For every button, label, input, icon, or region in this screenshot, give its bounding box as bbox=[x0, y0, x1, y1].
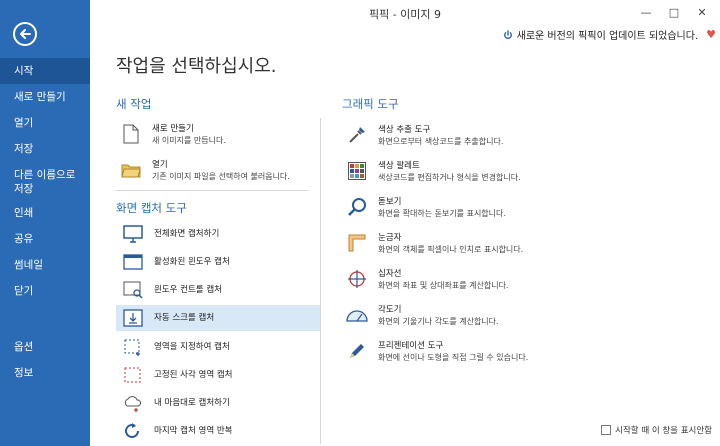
graphic-crosshair[interactable]: 십자선 화면의 좌표 및 상대좌표를 계산합니다. bbox=[346, 265, 606, 293]
titlebar: 픽픽 - 이미지 9 — □ ✕ bbox=[90, 0, 720, 26]
window-icon bbox=[122, 251, 144, 273]
sidebar-item-start[interactable]: 시작 bbox=[0, 58, 90, 84]
capture-freehand[interactable]: 내 마음대로 캡처하기 bbox=[116, 391, 320, 415]
region-select-icon bbox=[122, 336, 144, 358]
eyedropper-icon bbox=[346, 124, 368, 146]
sidebar-item-open[interactable]: 열기 bbox=[0, 110, 90, 136]
capture-active-window-label: 활성화된 윈도우 캡처 bbox=[154, 257, 230, 267]
graphic-presentation[interactable]: 프리젠테이션 도구 화면에 선이나 도형을 직접 그릴 수 있습니다. bbox=[346, 337, 616, 365]
magnifier-icon bbox=[346, 196, 368, 218]
capture-fullscreen-label: 전체화면 캡처하기 bbox=[154, 229, 220, 239]
main-window: 픽픽 - 이미지 9 — □ ✕ 새로운 버전의 픽픽이 업데이트 되었습니다.… bbox=[90, 0, 720, 446]
capture-auto-scroll-label: 자동 스크롤 캡처 bbox=[154, 313, 215, 323]
graphic-color-palette-desc: 색상코드를 편집하거나 형식을 변경합니다. bbox=[378, 172, 521, 182]
sidebar-item-save[interactable]: 저장 bbox=[0, 136, 90, 162]
capture-fixed-region[interactable]: 고정된 사각 영역 캡처 bbox=[116, 363, 320, 387]
graphic-protractor-desc: 화면의 기울기나 각도를 계산합니다. bbox=[378, 316, 499, 326]
column-divider bbox=[320, 118, 321, 444]
capture-window-control-label: 윈도우 컨트롤 캡처 bbox=[154, 285, 222, 295]
graphic-protractor-label: 각도기 bbox=[378, 304, 402, 315]
palette-grid-icon bbox=[346, 160, 368, 182]
minimize-button[interactable]: — bbox=[632, 2, 660, 22]
graphic-color-picker-desc: 화면으로부터 색상코드를 추출합니다. bbox=[378, 136, 504, 146]
capture-repeat[interactable]: 마지막 캡처 영역 반복 bbox=[116, 419, 320, 443]
section-title-capture: 화면 캡처 도구 bbox=[116, 201, 187, 215]
sidebar-item-print[interactable]: 인쇄 bbox=[0, 200, 90, 226]
open-label: 열기 bbox=[152, 159, 168, 170]
maximize-button[interactable]: □ bbox=[660, 2, 688, 22]
new-desc: 새 이미지를 만듭니다. bbox=[152, 135, 226, 145]
close-button[interactable]: ✕ bbox=[688, 2, 716, 22]
graphic-magnifier-label: 돋보기 bbox=[378, 196, 402, 207]
capture-region-label: 영역을 지정하여 캡처 bbox=[154, 342, 230, 352]
window-search-icon bbox=[122, 279, 144, 301]
sidebar-item-save-as[interactable]: 다른 이름으로 저장 bbox=[0, 162, 90, 200]
repeat-icon bbox=[122, 420, 144, 442]
graphic-presentation-label: 프리젠테이션 도구 bbox=[378, 340, 444, 351]
page-title: 작업을 선택하십시오. bbox=[116, 56, 277, 77]
graphic-color-picker-label: 색상 추출 도구 bbox=[378, 124, 431, 135]
update-notice[interactable]: 새로운 버전의 픽픽이 업데이트 되었습니다. ♥ bbox=[503, 27, 716, 42]
update-text: 새로운 버전의 픽픽이 업데이트 되었습니다. bbox=[516, 31, 699, 42]
sidebar-nav: 시작 새로 만들기 열기 저장 다른 이름으로 저장 인쇄 공유 썸네일 닫기 … bbox=[0, 58, 90, 386]
capture-active-window[interactable]: 활성화된 윈도우 캡처 bbox=[116, 250, 320, 274]
graphic-ruler-label: 눈금자 bbox=[378, 232, 402, 243]
sidebar-item-about[interactable]: 정보 bbox=[0, 360, 90, 386]
graphic-protractor[interactable]: 각도기 화면의 기울기나 각도를 계산합니다. bbox=[346, 301, 606, 329]
graphic-ruler-desc: 화면의 객체를 픽셀이나 인치로 표시합니다. bbox=[378, 244, 524, 254]
graphic-color-picker[interactable]: 색상 추출 도구 화면으로부터 색상코드를 추출합니다. bbox=[346, 121, 606, 149]
sidebar-item-new[interactable]: 새로 만들기 bbox=[0, 84, 90, 110]
sidebar: 시작 새로 만들기 열기 저장 다른 이름으로 저장 인쇄 공유 썸네일 닫기 … bbox=[0, 0, 90, 446]
folder-icon bbox=[120, 159, 142, 181]
graphic-color-palette[interactable]: 색상 팔레트 색상코드를 편집하거나 형식을 변경합니다. bbox=[346, 157, 606, 185]
pen-icon bbox=[346, 340, 368, 362]
window-title: 픽픽 - 이미지 9 bbox=[368, 8, 442, 21]
sidebar-item-options[interactable]: 옵션 bbox=[0, 334, 90, 360]
protractor-icon bbox=[346, 304, 368, 326]
capture-fixed-region-label: 고정된 사각 영역 캡처 bbox=[154, 370, 233, 380]
monitor-icon bbox=[122, 223, 144, 245]
back-button[interactable] bbox=[13, 22, 37, 46]
section-title-new-work: 새 작업 bbox=[116, 97, 152, 111]
dont-show-label: 시작할 때 이 창을 표시안함 bbox=[615, 426, 712, 436]
graphic-crosshair-label: 십자선 bbox=[378, 268, 402, 279]
sidebar-item-close[interactable]: 닫기 bbox=[0, 278, 90, 304]
fixed-region-icon bbox=[122, 364, 144, 386]
graphic-crosshair-desc: 화면의 좌표 및 상대좌표를 계산합니다. bbox=[378, 280, 509, 290]
capture-window-control[interactable]: 윈도우 컨트롤 캡처 bbox=[116, 278, 320, 302]
open-item[interactable]: 열기 기존 이미지 파일을 선택하여 불러옵니다. bbox=[120, 156, 340, 184]
checkbox-box[interactable] bbox=[601, 425, 612, 435]
graphic-presentation-desc: 화면에 선이나 도형을 직접 그릴 수 있습니다. bbox=[378, 352, 529, 362]
capture-freehand-label: 내 마음대로 캡처하기 bbox=[154, 398, 230, 408]
window-controls: — □ ✕ bbox=[632, 2, 716, 22]
power-icon bbox=[503, 29, 512, 39]
graphic-magnifier-desc: 화면을 확대하는 돋보기를 표시합니다. bbox=[378, 208, 506, 218]
crosshair-icon bbox=[346, 268, 368, 290]
graphic-ruler[interactable]: 눈금자 화면의 객체를 픽셀이나 인치로 표시합니다. bbox=[346, 229, 606, 257]
sidebar-item-thumbnail[interactable]: 썸네일 bbox=[0, 252, 90, 278]
new-item[interactable]: 새로 만들기 새 이미지를 만듭니다. bbox=[120, 120, 310, 148]
dont-show-checkbox[interactable]: 시작할 때 이 창을 표시안함 bbox=[601, 424, 712, 436]
capture-auto-scroll[interactable]: 자동 스크롤 캡처 bbox=[116, 305, 320, 331]
new-label: 새로 만들기 bbox=[152, 123, 194, 134]
graphic-color-palette-label: 색상 팔레트 bbox=[378, 160, 420, 171]
capture-region[interactable]: 영역을 지정하여 캡처 bbox=[116, 335, 320, 359]
graphic-magnifier[interactable]: 돋보기 화면을 확대하는 돋보기를 표시합니다. bbox=[346, 193, 606, 221]
capture-fullscreen[interactable]: 전체화면 캡처하기 bbox=[116, 222, 320, 246]
capture-repeat-label: 마지막 캡처 영역 반복 bbox=[154, 426, 233, 436]
divider bbox=[116, 190, 308, 191]
arrow-left-icon bbox=[20, 29, 31, 39]
heart-icon[interactable]: ♥ bbox=[706, 28, 716, 41]
ruler-icon bbox=[346, 232, 368, 254]
new-document-icon bbox=[120, 123, 142, 145]
open-desc: 기존 이미지 파일을 선택하여 불러옵니다. bbox=[152, 171, 290, 181]
freehand-cloud-icon bbox=[122, 392, 144, 414]
sidebar-item-share[interactable]: 공유 bbox=[0, 226, 90, 252]
section-title-graphic: 그래픽 도구 bbox=[342, 97, 399, 111]
scroll-capture-icon bbox=[122, 307, 144, 329]
